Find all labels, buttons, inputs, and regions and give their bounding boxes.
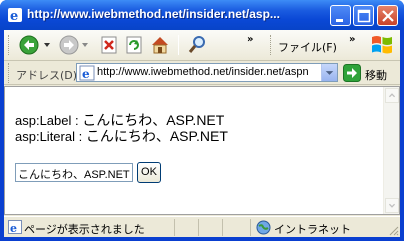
status-divider xyxy=(250,219,251,236)
browser-window: e http://www.iwebmethod.net/insider.net/… xyxy=(0,0,404,241)
address-dropdown[interactable] xyxy=(321,64,337,81)
windows-logo-icon xyxy=(372,36,392,54)
stop-button[interactable] xyxy=(99,34,119,56)
close-icon xyxy=(382,10,394,22)
browser-frame: » ファイル(F) » アドレス(D) e http://www.iwebmet… xyxy=(4,30,400,237)
status-text: ページが表示されました xyxy=(24,223,145,236)
page-icon: e xyxy=(79,65,95,81)
status-divider xyxy=(174,219,175,236)
toolbar-overflow-chevron[interactable]: » xyxy=(247,34,253,45)
page-content: asp:Label : こんにちわ、ASP.NET asp:Literal : … xyxy=(4,86,400,215)
ok-button[interactable]: OK xyxy=(137,162,161,183)
literal-prefix: asp:Literal : xyxy=(15,129,86,144)
scroll-up-arrow[interactable] xyxy=(385,88,399,103)
search-button[interactable] xyxy=(187,34,209,56)
address-grip[interactable] xyxy=(8,63,11,83)
address-bar: アドレス(D) e http://www.iwebmethod.net/insi… xyxy=(4,61,400,85)
status-divider xyxy=(198,219,199,236)
svg-text:e: e xyxy=(82,67,90,81)
title-bar[interactable]: e http://www.iwebmethod.net/insider.net/… xyxy=(0,0,404,30)
window-title: http://www.iwebmethod.net/insider.net/as… xyxy=(27,7,280,21)
menu-overflow-chevron[interactable]: » xyxy=(349,34,355,45)
minimize-button[interactable] xyxy=(330,5,351,26)
maximize-icon xyxy=(357,9,371,23)
svg-text:e: e xyxy=(10,222,17,234)
greeting-textbox[interactable]: こんにちわ、ASP.NET xyxy=(15,163,133,182)
toolbar-separator xyxy=(178,35,179,55)
address-url: http://www.iwebmethod.net/insider.net/as… xyxy=(97,66,309,78)
home-button[interactable] xyxy=(149,34,171,56)
svg-text:e: e xyxy=(10,9,18,23)
address-label: アドレス(D) xyxy=(16,69,78,82)
zone-text: イントラネット xyxy=(274,223,351,236)
status-bar: e ページが表示されました イントラネット xyxy=(4,216,400,237)
scroll-down-arrow[interactable] xyxy=(385,198,399,213)
go-label[interactable]: 移動 xyxy=(365,67,387,83)
go-button[interactable] xyxy=(343,64,361,82)
page-status-icon: e xyxy=(8,220,22,234)
literal-output-line: asp:Literal : こんにちわ、ASP.NET xyxy=(15,126,228,146)
address-input[interactable]: e http://www.iwebmethod.net/insider.net/… xyxy=(76,63,338,82)
menu-grip[interactable] xyxy=(270,35,273,55)
vertical-scrollbar[interactable] xyxy=(383,87,399,214)
resize-grip[interactable] xyxy=(387,224,399,236)
file-menu[interactable]: ファイル(F) xyxy=(278,39,337,55)
standard-toolbar: » ファイル(F) » xyxy=(4,30,400,61)
ie-page-icon: e xyxy=(8,8,22,23)
minimize-icon xyxy=(336,19,343,22)
toolbar-grip[interactable] xyxy=(8,35,11,55)
status-divider xyxy=(222,219,223,236)
back-button[interactable] xyxy=(18,34,54,56)
literal-value: こんにちわ、ASP.NET xyxy=(85,128,228,144)
intranet-zone-icon xyxy=(256,220,271,235)
maximize-button[interactable] xyxy=(353,5,374,26)
close-button[interactable] xyxy=(377,5,398,26)
refresh-button[interactable] xyxy=(124,34,144,56)
forward-button[interactable] xyxy=(58,34,92,56)
